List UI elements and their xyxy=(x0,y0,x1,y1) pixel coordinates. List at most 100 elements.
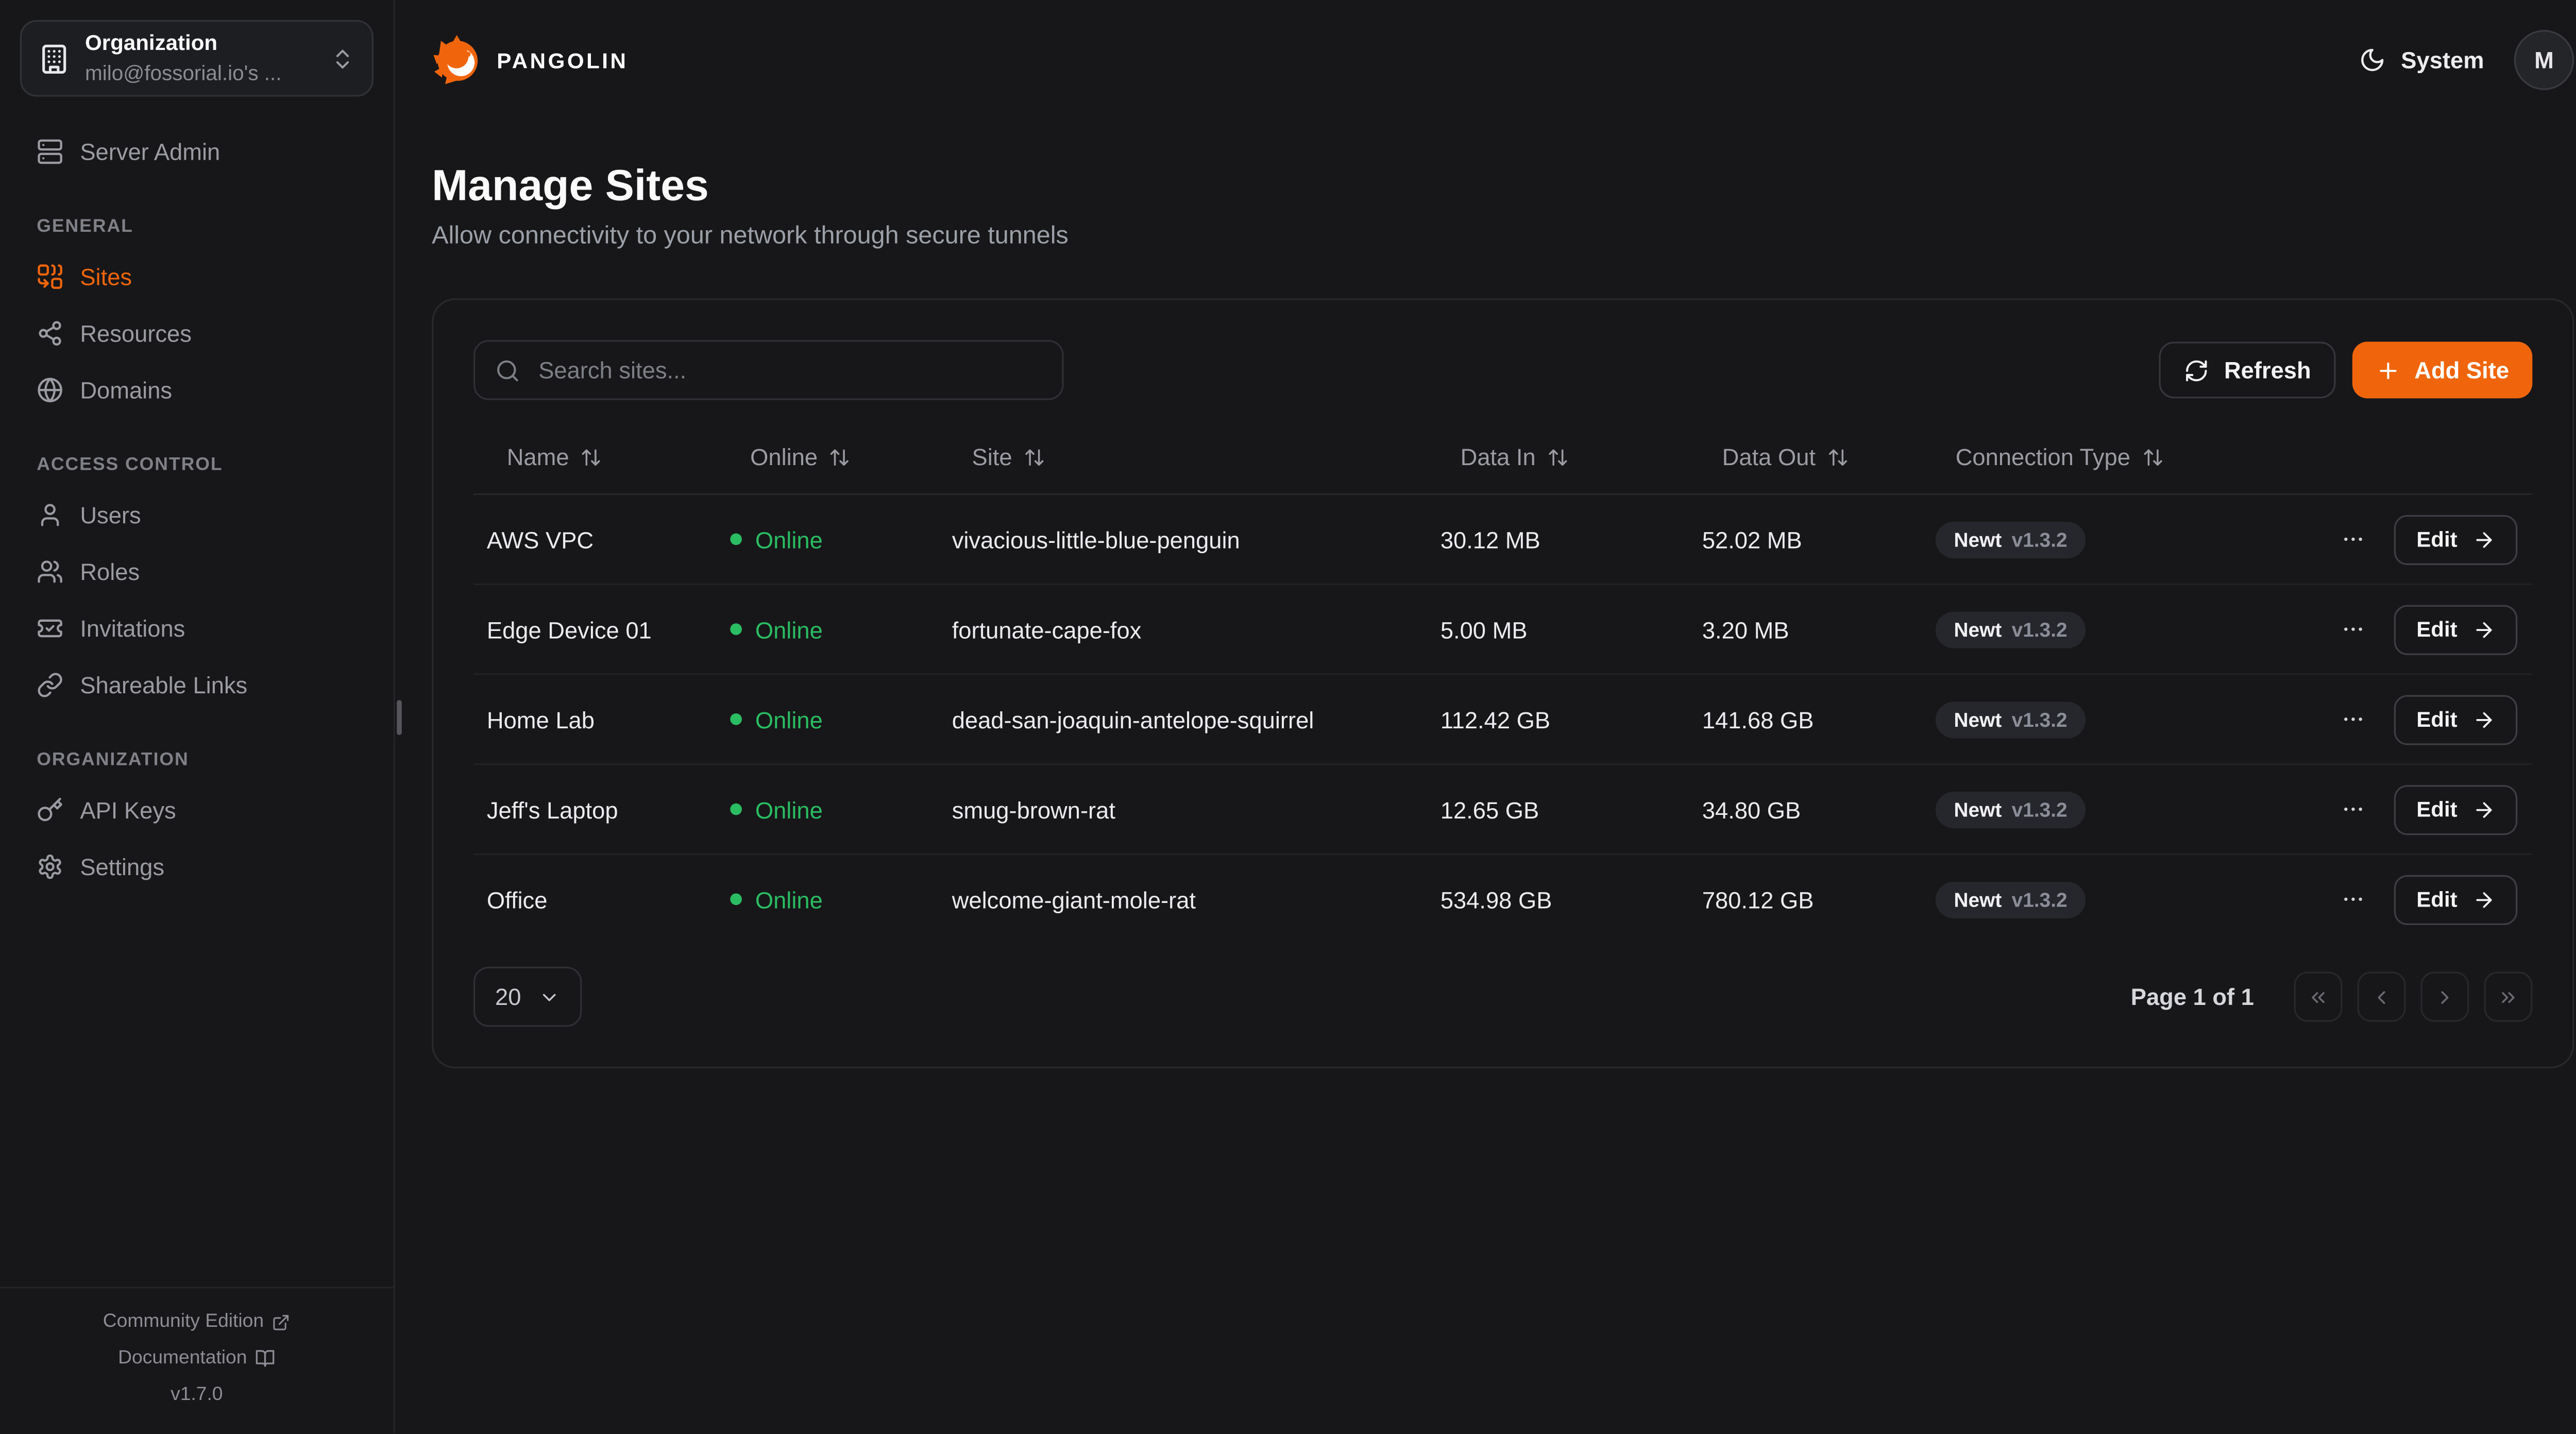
row-menu-button[interactable] xyxy=(2338,883,2369,915)
sidebar-item-server-admin[interactable]: Server Admin xyxy=(20,123,374,180)
page-size-select[interactable]: 20 xyxy=(473,967,581,1027)
page-title: Manage Sites xyxy=(432,160,2574,210)
previous-page-button[interactable] xyxy=(2358,972,2406,1022)
connection-name: Newt xyxy=(1954,527,2002,551)
sort-icon xyxy=(1547,446,1569,468)
chevrons-right-icon xyxy=(2497,986,2519,1008)
building-icon xyxy=(38,43,70,74)
search-box xyxy=(473,340,1064,400)
chevron-right-icon xyxy=(2434,986,2455,1008)
theme-toggle[interactable]: System xyxy=(2359,47,2484,74)
sidebar-item-sites[interactable]: Sites xyxy=(20,248,374,305)
row-menu-button[interactable] xyxy=(2338,793,2369,825)
key-icon xyxy=(37,797,63,824)
theme-toggle-label: System xyxy=(2401,47,2484,74)
row-menu-button[interactable] xyxy=(2338,613,2369,645)
connection-type-badge: Newt v1.3.2 xyxy=(1936,881,2086,917)
edit-button[interactable]: Edit xyxy=(2395,874,2517,924)
table-row: AWS VPC Online vivacious-little-blue-pen… xyxy=(473,495,2532,584)
refresh-button[interactable]: Refresh xyxy=(2159,342,2336,398)
online-status-dot xyxy=(730,533,742,545)
first-page-button[interactable] xyxy=(2294,972,2343,1022)
cell-site-id: welcome-giant-mole-rat xyxy=(939,886,1427,913)
connection-name: Newt xyxy=(1954,708,2002,731)
documentation-link[interactable]: Documentation xyxy=(13,1340,380,1377)
ellipsis-icon xyxy=(2342,797,2367,822)
sidebar-resize-handle[interactable] xyxy=(397,700,402,735)
connection-version: v1.3.2 xyxy=(2012,527,2067,551)
organization-selector[interactable]: Organization milo@fossorial.io's ... xyxy=(20,20,374,97)
organization-text: Organization milo@fossorial.io's ... xyxy=(85,28,315,88)
page-indicator: Page 1 of 1 xyxy=(2131,983,2254,1010)
cell-online-status: Online xyxy=(717,796,938,823)
table-body: AWS VPC Online vivacious-little-blue-pen… xyxy=(473,495,2532,943)
online-status-label: Online xyxy=(755,616,823,643)
cell-site-name: Home Lab xyxy=(473,706,717,732)
sidebar-item-roles[interactable]: Roles xyxy=(20,543,374,600)
page-header: Manage Sites Allow connectivity to your … xyxy=(395,120,2576,250)
chevron-left-icon xyxy=(2370,986,2392,1008)
connection-type-badge: Newt v1.3.2 xyxy=(1936,791,2086,827)
cell-connection-type: Newt v1.3.2 xyxy=(1922,521,2332,557)
cell-site-name: Jeff's Laptop xyxy=(473,796,717,823)
sidebar-item-label: Resources xyxy=(80,320,192,347)
column-label: Data Out xyxy=(1722,443,1816,470)
sidebar-item-domains[interactable]: Domains xyxy=(20,362,374,418)
column-header-site[interactable]: Site xyxy=(939,443,1427,470)
arrow-right-icon xyxy=(2472,887,2496,911)
edit-button[interactable]: Edit xyxy=(2395,784,2517,834)
community-edition-link[interactable]: Community Edition xyxy=(13,1303,380,1340)
edit-button[interactable]: Edit xyxy=(2395,604,2517,654)
cell-data-in: 534.98 GB xyxy=(1427,886,1689,913)
ellipsis-icon xyxy=(2342,707,2367,732)
search-icon xyxy=(495,357,520,383)
sidebar-item-users[interactable]: Users xyxy=(20,487,374,543)
search-input[interactable] xyxy=(535,355,1042,385)
brand[interactable]: PANGOLIN xyxy=(432,33,628,87)
column-header-data-in[interactable]: Data In xyxy=(1427,443,1689,470)
table-row: Edge Device 01 Online fortunate-cape-fox… xyxy=(473,584,2532,674)
ticket-check-icon xyxy=(37,615,63,642)
sidebar-item-invitations[interactable]: Invitations xyxy=(20,600,374,657)
online-status-label: Online xyxy=(755,886,823,913)
gear-icon xyxy=(37,853,63,880)
community-edition-label: Community Edition xyxy=(103,1303,264,1340)
sidebar-item-resources[interactable]: Resources xyxy=(20,305,374,362)
column-label: Site xyxy=(972,443,1012,470)
column-header-data-out[interactable]: Data Out xyxy=(1689,443,1922,470)
moon-icon xyxy=(2359,47,2386,74)
refresh-label: Refresh xyxy=(2224,356,2311,383)
sidebar-item-settings[interactable]: Settings xyxy=(20,839,374,895)
book-open-icon xyxy=(256,1348,276,1369)
external-link-icon xyxy=(272,1312,291,1331)
ellipsis-icon xyxy=(2342,886,2367,912)
cell-data-out: 34.80 GB xyxy=(1689,796,1922,823)
edit-button[interactable]: Edit xyxy=(2395,514,2517,564)
row-menu-button[interactable] xyxy=(2338,523,2369,555)
column-header-name[interactable]: Name xyxy=(473,443,717,470)
connection-type-badge: Newt v1.3.2 xyxy=(1936,611,2086,647)
edit-button[interactable]: Edit xyxy=(2395,694,2517,744)
users-icon xyxy=(37,558,63,585)
cell-site-id: smug-brown-rat xyxy=(939,796,1427,823)
row-menu-button[interactable] xyxy=(2338,704,2369,735)
cell-online-status: Online xyxy=(717,526,938,553)
page-size-value: 20 xyxy=(495,983,521,1010)
online-status-dot xyxy=(730,893,742,905)
sidebar-item-api-keys[interactable]: API Keys xyxy=(20,782,374,839)
add-site-button[interactable]: Add Site xyxy=(2353,342,2533,398)
ellipsis-icon xyxy=(2342,617,2367,642)
avatar[interactable]: M xyxy=(2514,30,2574,90)
next-page-button[interactable] xyxy=(2421,972,2469,1022)
cell-data-out: 3.20 MB xyxy=(1689,616,1922,643)
user-icon xyxy=(37,502,63,528)
column-header-online[interactable]: Online xyxy=(717,443,938,470)
sidebar: Organization milo@fossorial.io's ... Ser… xyxy=(0,0,395,1433)
sidebar-item-shareable-links[interactable]: Shareable Links xyxy=(20,657,374,713)
ellipsis-icon xyxy=(2342,527,2367,552)
link-icon xyxy=(37,672,63,698)
column-header-connection-type[interactable]: Connection Type xyxy=(1922,443,2332,470)
connection-version: v1.3.2 xyxy=(2012,618,2067,641)
last-page-button[interactable] xyxy=(2484,972,2532,1022)
section-label-access-control: ACCESS CONTROL xyxy=(37,455,357,475)
